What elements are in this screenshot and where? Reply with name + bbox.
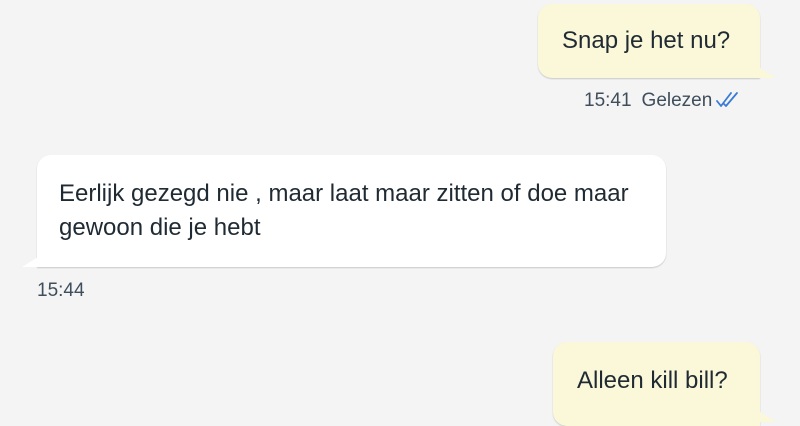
chat-thread: Snap je het nu? 15:41 Gelezen Eerlijk gez… [0, 0, 800, 426]
message-meta: 15:44 [37, 280, 85, 302]
message-time: 15:41 [584, 90, 632, 111]
outgoing-message-bubble[interactable]: Alleen kill bill? [553, 342, 760, 426]
message-meta: 15:41 Gelezen [584, 90, 740, 115]
double-check-icon [716, 91, 740, 115]
message-time: 15:44 [37, 280, 85, 301]
read-status: Gelezen [641, 90, 713, 111]
message-text: Alleen kill bill? [577, 367, 728, 394]
bubble-tail [22, 257, 38, 267]
bubble-tail [760, 412, 776, 422]
message-text: Snap je het nu? [562, 27, 731, 54]
message-text: Eerlijk gezegd nie , maar laat maar zitt… [59, 180, 629, 241]
outgoing-message-bubble[interactable]: Snap je het nu? [538, 4, 760, 78]
bubble-tail [760, 68, 776, 78]
incoming-message-bubble[interactable]: Eerlijk gezegd nie , maar laat maar zitt… [37, 155, 666, 267]
